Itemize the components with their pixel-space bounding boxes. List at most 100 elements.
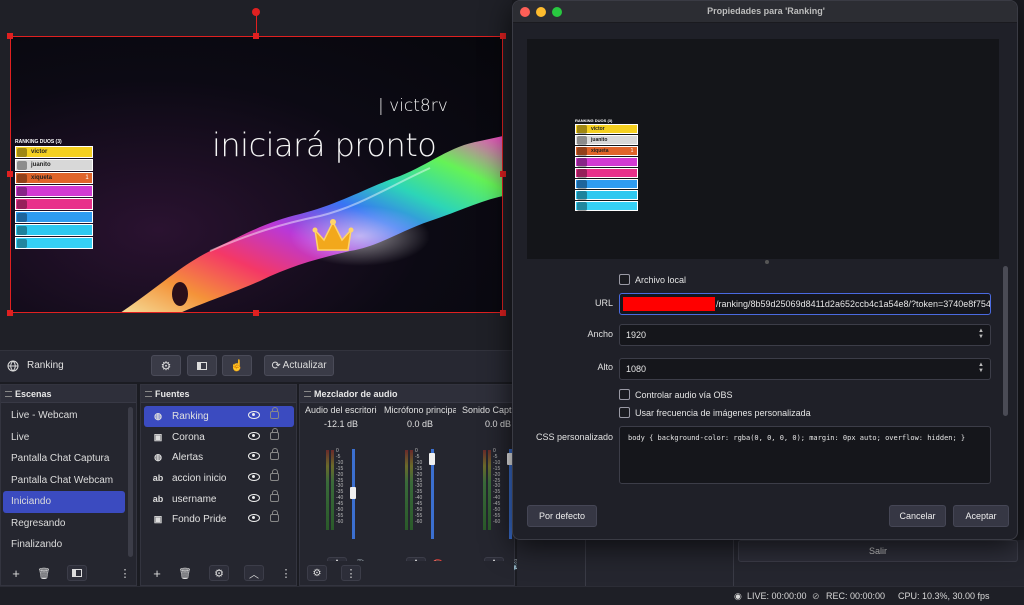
scene-item[interactable]: Pantalla Chat Captura <box>1 448 127 470</box>
source-item[interactable]: ab accion inicio <box>144 468 294 489</box>
remove-scene-button[interactable]: 🗑 <box>34 565 54 581</box>
avatar-icon <box>17 199 27 209</box>
scene-item[interactable]: Pantalla Chat Webcam <box>1 470 127 492</box>
meter-scale: 0 -5 -10 -15 -20 -25 -30 -35 -40 -45 -50 -55 -60 <box>336 448 344 526</box>
visibility-eye-icon[interactable] <box>248 514 260 523</box>
move-source-up-button[interactable]: ︿ <box>244 565 264 581</box>
resize-handle-right[interactable] <box>500 171 506 177</box>
refresh-label: Actualizar <box>282 360 327 371</box>
properties-button[interactable]: ⚙ <box>151 355 181 376</box>
scale-tick: -60 <box>415 518 423 525</box>
scene-item[interactable]: Finalizando <box>1 534 127 556</box>
exit-button[interactable]: Salir <box>738 540 1018 562</box>
local-file-checkbox[interactable] <box>619 274 630 285</box>
ranking-row <box>575 190 638 200</box>
accept-button[interactable]: Aceptar <box>953 505 1009 527</box>
sources-more-button[interactable]: ⋮ <box>276 565 296 581</box>
visibility-eye-icon[interactable] <box>248 411 260 419</box>
trash-icon: 🗑 <box>37 567 51 580</box>
rotate-handle[interactable] <box>252 8 260 16</box>
source-item[interactable]: ▣ Corona <box>144 427 294 448</box>
interact-button[interactable]: ☝ <box>222 355 252 376</box>
avatar-icon <box>577 168 587 178</box>
height-input[interactable]: 1080 ▲ ▼ <box>619 358 991 380</box>
scene-item[interactable]: Live <box>1 427 127 449</box>
resize-handle-top-right[interactable] <box>500 33 506 39</box>
visibility-eye-icon[interactable] <box>248 473 260 482</box>
level-meter <box>488 450 491 530</box>
url-input[interactable]: /ranking/8b59d25069d8411d2a652ccb4c1a54e… <box>619 293 991 315</box>
css-textarea[interactable]: body { background-color: rgba(0, 0, 0, 0… <box>619 426 991 484</box>
volume-fader-knob[interactable] <box>429 453 435 465</box>
source-properties-button[interactable]: ⚙ <box>209 565 229 581</box>
add-source-button[interactable]: + <box>147 565 167 581</box>
scenes-scrollbar[interactable] <box>128 407 133 557</box>
ranking-row: juanito <box>575 135 638 145</box>
source-label: username <box>172 493 217 505</box>
resize-handle-top-left[interactable] <box>7 33 13 39</box>
scale-tick: -60 <box>336 518 344 525</box>
visibility-eye-icon[interactable] <box>248 493 260 502</box>
cancel-button[interactable]: Cancelar <box>889 505 946 527</box>
redacted-url-segment <box>623 297 715 311</box>
splitter-handle[interactable] <box>765 260 769 264</box>
control-audio-checkbox[interactable] <box>619 389 630 400</box>
channel-name: Audio del escritorio <box>305 405 377 415</box>
text-icon: ab <box>152 473 164 484</box>
add-scene-button[interactable]: + <box>6 565 26 581</box>
source-item[interactable]: ◍ Alertas <box>144 447 294 468</box>
sources-title: Fuentes <box>141 385 296 403</box>
visibility-eye-icon[interactable] <box>248 452 260 461</box>
chevron-down-icon: ▼ <box>978 368 984 374</box>
height-stepper[interactable]: ▲ ▼ <box>978 362 984 374</box>
avatar-icon <box>577 179 587 189</box>
resize-handle-left[interactable] <box>7 171 13 177</box>
source-item[interactable]: ▣ Fondo Pride <box>144 509 294 530</box>
height-value: 1080 <box>626 364 647 374</box>
headline-text: iniciará pronto <box>212 126 437 164</box>
remove-source-button[interactable]: 🗑 <box>175 565 195 581</box>
scene-item[interactable]: Live - Webcam <box>1 405 127 427</box>
lock-icon[interactable] <box>270 448 279 461</box>
resize-handle-bottom-left[interactable] <box>7 310 13 316</box>
resize-handle-top[interactable] <box>253 33 259 39</box>
ranking-score: 1 <box>85 175 89 181</box>
avatar-icon <box>577 201 587 211</box>
ranking-row <box>575 179 638 189</box>
source-toolbar <box>0 350 512 382</box>
lock-icon[interactable] <box>270 427 279 440</box>
lock-icon[interactable] <box>270 489 279 502</box>
avatar-icon <box>577 157 587 167</box>
source-item[interactable]: ◍ Ranking <box>144 406 294 427</box>
scene-filters-button[interactable] <box>67 565 87 581</box>
resize-handle-bottom-right[interactable] <box>500 310 506 316</box>
width-stepper[interactable]: ▲ ▼ <box>978 328 984 340</box>
source-item[interactable]: ab username <box>144 489 294 510</box>
scene-item[interactable]: Regresando <box>1 513 127 535</box>
resize-handle-bottom[interactable] <box>253 310 259 316</box>
dialog-scrollbar[interactable] <box>1003 266 1008 416</box>
mixer-settings-button[interactable]: ⚙ <box>307 565 327 581</box>
scene-item[interactable]: Iniciando <box>3 491 125 513</box>
lock-icon[interactable] <box>270 407 279 419</box>
volume-fader-knob[interactable] <box>350 487 356 499</box>
custom-fps-checkbox[interactable] <box>619 407 630 418</box>
lock-icon[interactable] <box>270 510 279 523</box>
lock-icon[interactable] <box>270 469 279 482</box>
avatar-icon <box>17 147 27 157</box>
height-label: Alto <box>597 362 613 372</box>
mixer-more-button[interactable]: ⋮ <box>341 565 361 581</box>
filters-button[interactable] <box>187 355 217 376</box>
refresh-button[interactable]: ⟳ Actualizar <box>264 355 334 376</box>
ranking-name: juanito <box>31 162 51 168</box>
scenes-footer: + 🗑 ⋮ <box>1 561 136 585</box>
visibility-eye-icon[interactable] <box>248 431 260 440</box>
ranking-row <box>575 201 638 211</box>
width-input[interactable]: 1920 ▲ ▼ <box>619 324 991 346</box>
more-vertical-icon: ⋮ <box>345 567 357 580</box>
mixer-footer: ⚙ ⋮ <box>300 561 514 585</box>
preview-canvas[interactable]: RANKING DUOS (3) victor juanito xiqueta 1 <box>10 36 503 313</box>
scenes-more-button[interactable]: ⋮ <box>115 565 135 581</box>
defaults-button[interactable]: Por defecto <box>527 505 597 527</box>
ranking-row <box>575 157 638 167</box>
